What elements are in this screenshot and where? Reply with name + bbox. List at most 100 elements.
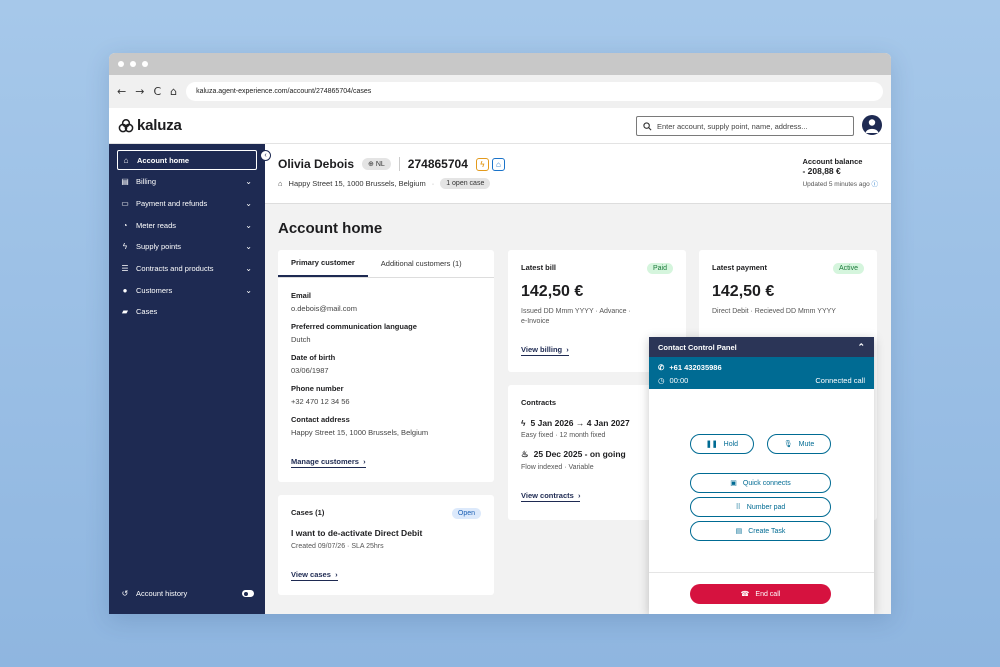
reload-icon[interactable]: C	[153, 85, 161, 98]
status-badge: Paid	[646, 263, 673, 274]
chevron-down-icon: ⌄	[245, 242, 252, 252]
case-title[interactable]: I want to de-activate Direct Debit	[291, 528, 481, 538]
customer-tabs: Primary customer Additional customers (1…	[278, 250, 494, 278]
button-label: End call	[755, 590, 781, 598]
ccp-header[interactable]: Contact Control Panel ⌃	[649, 337, 874, 357]
chevron-right-icon: ›	[577, 491, 581, 500]
sidebar-item-label: Meter reads	[136, 220, 177, 230]
sidebar-item-supply-points[interactable]: ϟ Supply points ⌄	[109, 236, 265, 258]
sidebar: ⌂ Account home ▤ Billing ⌄ ▭ Payment and…	[109, 144, 265, 614]
browser-window: ← → C ⌂ kaluza.agent-experience.com/acco…	[109, 53, 891, 614]
person-icon	[865, 119, 879, 133]
flame-icon: ♨	[521, 449, 529, 459]
home-badge-icon: ⌂	[491, 157, 505, 171]
end-call-button[interactable]: ☎ End call	[690, 584, 831, 604]
country-chip: ⊕ NL	[362, 158, 391, 170]
field-label: Phone number	[291, 384, 344, 393]
person-icon: ●	[122, 285, 128, 295]
chevron-down-icon: ⌄	[245, 177, 252, 187]
quick-connects-button[interactable]: ▣ Quick connects	[690, 473, 831, 493]
open-cases-chip[interactable]: 1 open case	[440, 178, 491, 189]
sidebar-item-label: Contracts and products	[136, 264, 214, 274]
balance-value: - 208,88 €	[802, 166, 841, 176]
back-arrow-icon[interactable]: ←	[117, 85, 126, 98]
home-icon: ⌂	[278, 179, 283, 188]
user-avatar[interactable]	[862, 115, 882, 135]
sidebar-item-contracts-and-products[interactable]: ☰ Contracts and products ⌄	[109, 258, 265, 280]
sidebar-item-cases[interactable]: ▰ Cases	[109, 301, 265, 323]
ccp-call-info: ✆ +61 432035986 ◷ 00:00 Connected call	[649, 357, 874, 389]
chevron-down-icon: ⌄	[245, 220, 252, 230]
contact-card-icon: ▣	[730, 480, 737, 487]
contract-dates: 5 Jan 2026 → 4 Jan 2027	[530, 418, 630, 428]
tab-additional-customers[interactable]: Additional customers (1)	[368, 250, 475, 277]
customer-name: Olivia Debois	[278, 157, 355, 171]
status-badge: Open	[451, 508, 481, 519]
url-field[interactable]: kaluza.agent-experience.com/account/2748…	[186, 82, 883, 101]
sidebar-item-meter-reads[interactable]: ◔ Meter reads ⌄	[109, 214, 265, 236]
info-icon[interactable]: ⓘ	[872, 181, 879, 188]
link-label: View billing	[521, 345, 563, 354]
meter-icon: ◔	[122, 220, 128, 230]
account-history-toggle[interactable]	[242, 590, 254, 597]
call-timer: 00:00	[669, 376, 689, 385]
contract-dates: 25 Dec 2025 - on going	[533, 449, 626, 459]
sidebar-item-label: Billing	[136, 177, 157, 187]
button-label: Hold	[723, 440, 739, 448]
field-value: +32 470 12 34 56	[291, 397, 350, 406]
home-icon[interactable]: ⌂	[170, 85, 177, 98]
search-icon	[643, 121, 652, 130]
pause-icon: ❚❚	[705, 441, 718, 448]
number-pad-button[interactable]: ⠿ Number pad	[690, 497, 831, 517]
button-label: Quick connects	[742, 479, 791, 487]
electricity-badge-icon: ϟ	[475, 157, 489, 171]
billing-icon: ▤	[121, 177, 129, 187]
chevron-up-icon[interactable]: ⌃	[857, 342, 865, 353]
sidebar-item-account-home[interactable]: ⌂ Account home	[117, 150, 257, 170]
account-history-toggle-row[interactable]: ↺ Account history	[120, 589, 254, 598]
ccp-title: Contact Control Panel	[658, 342, 737, 352]
address-bar: ← → C ⌂ kaluza.agent-experience.com/acco…	[109, 75, 891, 108]
collapse-sidebar-button[interactable]: ‹	[260, 150, 271, 161]
manage-customers-link[interactable]: Manage customers ›	[291, 457, 366, 468]
field-label: Contact address	[291, 415, 350, 424]
account-number: 274865704	[398, 157, 468, 171]
window-dot[interactable]	[142, 61, 148, 67]
task-icon: ▤	[735, 528, 743, 535]
kaluza-logo[interactable]: kaluza	[118, 117, 182, 134]
window-dot[interactable]	[118, 61, 124, 67]
kaluza-logo-icon	[118, 118, 134, 132]
chevron-down-icon: ⌄	[245, 285, 252, 295]
folder-icon: ▰	[121, 307, 129, 317]
sidebar-item-billing[interactable]: ▤ Billing ⌄	[109, 171, 265, 193]
link-label: View contracts	[521, 491, 574, 500]
mute-button[interactable]: 🎙︎ Mute	[767, 434, 831, 454]
forward-arrow-icon[interactable]: →	[135, 85, 144, 98]
account-header: Olivia Debois ⊕ NL 274865704 ϟ ⌂ ⌂ Happy…	[265, 144, 891, 204]
contact-control-panel: Contact Control Panel ⌃ ✆ +61 432035986 ◷…	[649, 337, 874, 614]
create-task-button[interactable]: ▤ Create Task	[690, 521, 831, 541]
clock-icon: ◷	[658, 376, 665, 385]
button-label: Number pad	[746, 503, 786, 511]
chevron-down-icon: ⌄	[245, 199, 252, 209]
chevron-right-icon: ›	[363, 457, 366, 466]
sidebar-item-label: Supply points	[136, 242, 182, 252]
tab-primary-customer[interactable]: Primary customer	[278, 250, 368, 277]
view-contracts-link[interactable]: View contracts ›	[521, 491, 581, 502]
sidebar-item-payment-and-refunds[interactable]: ▭ Payment and refunds ⌄	[109, 193, 265, 215]
search-placeholder: Enter account, supply point, name, addre…	[657, 121, 808, 131]
hold-button[interactable]: ❚❚ Hold	[690, 434, 754, 454]
bill-detail: Issued DD Mmm YYYY · Advance ·	[521, 308, 631, 315]
field-label: Preferred communication language	[291, 322, 417, 331]
view-billing-link[interactable]: View billing ›	[521, 345, 569, 356]
link-label: Manage customers	[291, 457, 359, 466]
call-phone-row: ✆ +61 432035986	[658, 363, 865, 372]
call-status: Connected call	[815, 376, 865, 385]
window-dot[interactable]	[130, 61, 136, 67]
view-cases-link[interactable]: View cases ›	[291, 570, 338, 581]
sidebar-item-customers[interactable]: ● Customers ⌄	[109, 279, 265, 301]
account-address: Happy Street 15, 1000 Brussels, Belgium	[288, 179, 426, 188]
field-value: o.debois@mail.com	[291, 304, 357, 313]
bolt-icon: ϟ	[122, 242, 128, 252]
global-search-input[interactable]: Enter account, supply point, name, addre…	[636, 116, 854, 136]
